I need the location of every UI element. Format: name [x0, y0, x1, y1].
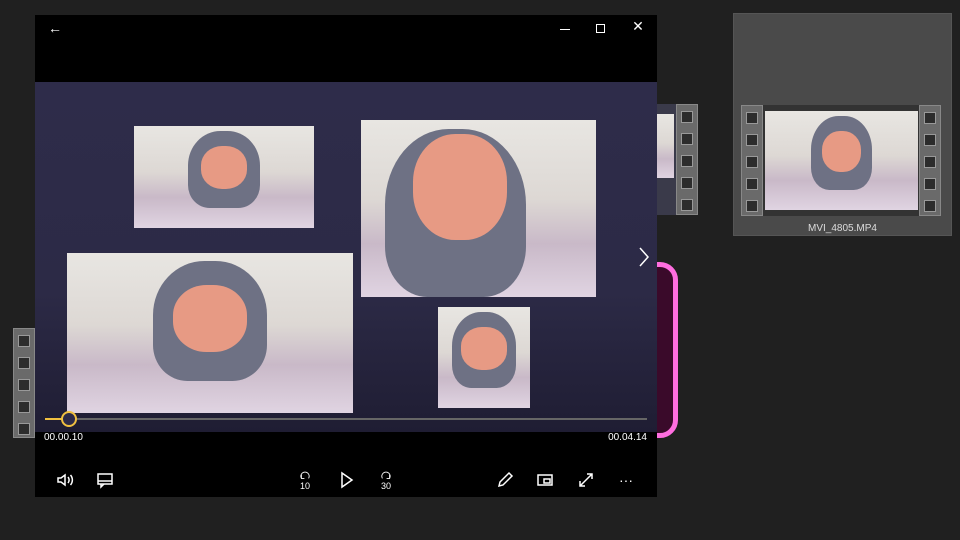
film-hole: [18, 357, 30, 369]
collage-photo: [438, 307, 530, 408]
total-time: 00.04.14: [608, 432, 647, 443]
library-item[interactable]: MVI_4805.MP4: [733, 13, 952, 236]
subtitles-button[interactable]: [92, 467, 118, 493]
back-button[interactable]: ←: [45, 20, 65, 38]
filmstrip-left: [13, 328, 35, 438]
video-frame[interactable]: [35, 82, 657, 432]
film-hole: [18, 401, 30, 413]
minimize-icon: [560, 29, 570, 30]
film-hole: [18, 335, 30, 347]
more-options-button[interactable]: ···: [613, 467, 639, 493]
skip-back-button[interactable]: 10: [292, 467, 318, 493]
minimize-button[interactable]: [555, 20, 575, 38]
library-item-filename: MVI_4805.MP4: [808, 223, 877, 234]
expand-icon: [579, 473, 593, 487]
collage-photo: [361, 120, 596, 297]
arrow-left-icon: ←: [48, 20, 62, 36]
seek-bar[interactable]: [45, 411, 647, 427]
fast-forward-icon: [381, 471, 391, 479]
play-button[interactable]: [333, 467, 359, 493]
next-button[interactable]: [635, 245, 653, 269]
rewind-icon: [300, 471, 310, 479]
close-button[interactable]: ✕: [628, 18, 648, 38]
film-hole: [18, 379, 30, 391]
more-icon: ···: [619, 472, 633, 488]
film-hole: [18, 423, 30, 435]
play-icon: [341, 471, 354, 489]
media-player-window: ← ✕ 00.00.10 00.04.14 10 30 ···: [35, 15, 657, 497]
fullscreen-button[interactable]: [573, 467, 599, 493]
volume-button[interactable]: [52, 467, 78, 493]
subtitles-icon: [97, 473, 113, 489]
volume-icon: [57, 473, 74, 487]
pencil-icon: [497, 471, 514, 488]
mini-view-icon: [537, 474, 553, 486]
filmstrip: [919, 105, 941, 216]
thumbnail-image: [765, 111, 918, 210]
filmstrip: [676, 104, 698, 215]
filmstrip-thumbnail: [741, 105, 941, 216]
current-time: 00.00.10: [44, 432, 83, 443]
filmstrip: [741, 105, 763, 216]
mini-view-button[interactable]: [532, 467, 558, 493]
chevron-right-icon: [639, 247, 650, 267]
seek-thumb[interactable]: [61, 411, 78, 427]
maximize-button[interactable]: [591, 20, 611, 38]
skip-forward-button[interactable]: 30: [373, 467, 399, 493]
maximize-icon: [596, 24, 605, 33]
collage-photo: [134, 126, 314, 228]
close-icon: ✕: [632, 18, 644, 34]
collage-photo: [67, 253, 353, 413]
edit-button[interactable]: [492, 467, 518, 493]
